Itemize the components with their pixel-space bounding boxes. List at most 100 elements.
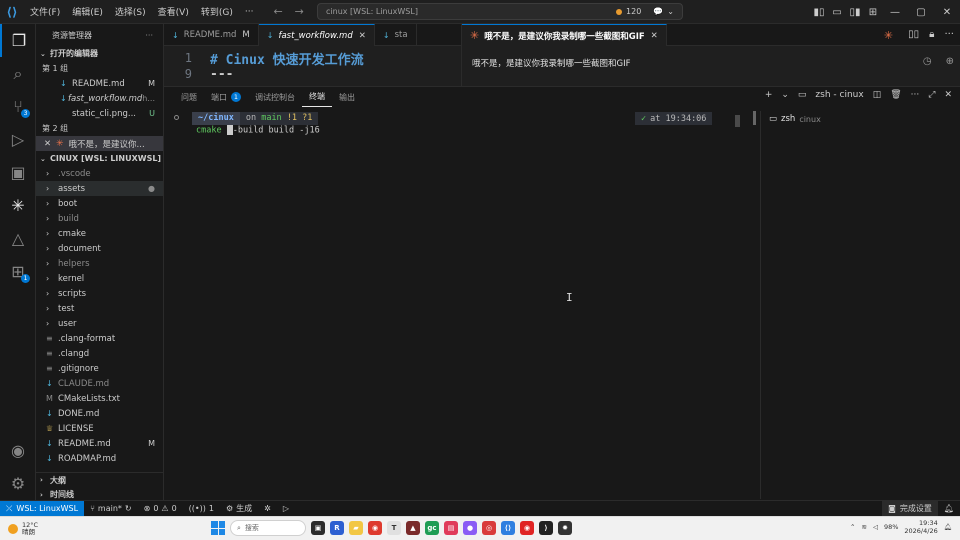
forward-arrow-icon[interactable]: → <box>289 5 310 18</box>
file-item[interactable]: ↓ DONE.md <box>36 406 163 421</box>
workspace-section[interactable]: ⌄ CINUX [WSL: LINUXWSL] <box>36 151 163 166</box>
tab-debug-console[interactable]: 调试控制台 <box>248 87 302 107</box>
tab-problems[interactable]: 问题 <box>174 87 204 107</box>
kill-terminal-icon[interactable]: 🗑︎ <box>890 90 901 100</box>
run-icon[interactable]: ▷ <box>277 504 295 513</box>
chat-icon[interactable]: 💬 <box>653 7 663 16</box>
remote-indicator[interactable]: ⤫ WSL: LinuxWSL <box>0 500 85 517</box>
weather-widget[interactable]: 12°C 晴朗 <box>0 521 110 536</box>
tab-output[interactable]: 输出 <box>332 87 362 107</box>
copilot-badge[interactable]: 120 💬 ⌄ <box>616 7 674 16</box>
tray-chevron-icon[interactable]: ⌃ <box>850 523 855 531</box>
problems-indicator[interactable]: ⊗ 0 ⚠ 0 <box>138 504 183 513</box>
split-editor-icon[interactable]: ▯▯ <box>908 29 919 42</box>
triangle-icon[interactable]: △ <box>0 222 36 255</box>
netease-icon[interactable]: ◎ <box>482 521 496 535</box>
tab-chat[interactable]: ✳ 哦不是，是建议你我录制哪一些截图和GIF ✕ <box>462 24 667 46</box>
more-icon[interactable]: ··· <box>145 31 153 40</box>
terminal-list-item[interactable]: ▭ zsh cinux <box>761 111 960 127</box>
back-arrow-icon[interactable]: ← <box>267 5 288 18</box>
notification-bell-icon[interactable]: 🔔︎ <box>944 523 952 531</box>
minimize-button[interactable]: — <box>882 7 908 18</box>
file-item[interactable]: ≡ .clangd <box>36 346 163 361</box>
battery-level[interactable]: 98% <box>884 523 898 531</box>
outline-section[interactable]: › 大纲 <box>36 472 163 487</box>
file-item[interactable]: ≡ .gitignore <box>36 361 163 376</box>
app-red2-icon[interactable]: ◉ <box>520 521 534 535</box>
app-gc-icon[interactable]: gc <box>425 521 439 535</box>
folder-item[interactable]: › assets ● <box>36 181 163 196</box>
notifications-icon[interactable]: 🔔︎ <box>938 504 960 513</box>
menu-selection[interactable]: 选择(S) <box>109 5 152 18</box>
open-editor-chat[interactable]: ✕ ✳ 哦不是，是建议你... <box>36 136 163 151</box>
group-1-label[interactable]: 第 1 组 <box>36 61 163 76</box>
new-chat-icon[interactable]: ⊕ <box>946 56 954 67</box>
debug-icon[interactable]: ✲ <box>258 504 277 513</box>
file-item[interactable]: M CMakeLists.txt <box>36 391 163 406</box>
app-dark-icon[interactable]: ✹ <box>558 521 572 535</box>
folder-item[interactable]: › .vscode <box>36 166 163 181</box>
tab-readme[interactable]: ↓ README.md M <box>164 24 259 46</box>
wifi-icon[interactable]: ≋ <box>861 523 866 531</box>
tab-ports[interactable]: 端口 1 <box>204 87 248 107</box>
volume-icon[interactable]: ◁ <box>873 523 878 531</box>
remote-explorer-icon[interactable]: ▣ <box>0 156 36 189</box>
chrome-icon[interactable]: ◉ <box>368 521 382 535</box>
file-item[interactable]: ↓ CLAUDE.md <box>36 376 163 391</box>
terminal-app-icon[interactable]: ⟩ <box>539 521 553 535</box>
close-icon[interactable]: ✕ <box>651 31 658 41</box>
menu-go[interactable]: 转到(G) <box>195 5 239 18</box>
folder-item[interactable]: › scripts <box>36 286 163 301</box>
menu-view[interactable]: 查看(V) <box>152 5 195 18</box>
task-view-icon[interactable]: ▣ <box>311 521 325 535</box>
build-button[interactable]: ⚙ 生成 <box>220 503 258 514</box>
file-explorer-icon[interactable]: ▰ <box>349 521 363 535</box>
file-item[interactable]: ≡ .clang-format <box>36 331 163 346</box>
account-icon[interactable]: ◉ <box>0 434 36 467</box>
app-pink-icon[interactable]: ▤ <box>444 521 458 535</box>
ports-indicator[interactable]: ((•)) 1 <box>183 504 220 513</box>
close-icon[interactable]: ✕ <box>359 31 366 41</box>
menu-file[interactable]: 文件(F) <box>24 5 66 18</box>
layout-secondary-icon[interactable]: ▯▮ <box>846 7 864 18</box>
complete-setup-button[interactable]: ◙ 完成设置 <box>882 500 938 517</box>
extensions-icon[interactable]: ⊞ 1 <box>0 255 36 288</box>
close-button[interactable]: ✕ <box>934 7 960 18</box>
close-icon[interactable]: ✕ <box>44 139 56 149</box>
folder-item[interactable]: › helpers <box>36 256 163 271</box>
maximize-button[interactable]: ▢ <box>908 7 934 18</box>
file-item[interactable]: ↓ README.md M <box>36 436 163 451</box>
code-line[interactable]: 1 # Cinux 快速开发工作流 <box>164 50 461 68</box>
source-control-icon[interactable]: ⑂ 3 <box>0 90 36 123</box>
folder-item[interactable]: › test <box>36 301 163 316</box>
command-center[interactable]: cinux [WSL: LinuxWSL] 120 💬 ⌄ <box>317 3 683 20</box>
open-editor-fast-workflow[interactable]: ↓ fast_workflow.md h... <box>36 91 163 106</box>
chevron-down-icon[interactable]: ⌄ <box>781 90 789 100</box>
windows-start-icon[interactable] <box>211 521 225 535</box>
claude-icon[interactable]: ✳ <box>0 189 36 222</box>
chevron-down-icon[interactable]: ⌄ <box>667 7 674 16</box>
menu-edit[interactable]: 编辑(E) <box>66 5 109 18</box>
new-terminal-icon[interactable]: + <box>765 90 773 100</box>
vscode-taskbar-icon[interactable]: ⟨⟩ <box>501 521 515 535</box>
close-panel-icon[interactable]: ✕ <box>944 90 952 100</box>
more-menu-icon[interactable]: ··· <box>239 7 260 17</box>
file-item[interactable]: ↓ ROADMAP.md <box>36 451 163 466</box>
maximize-panel-icon[interactable]: ⤢ <box>928 90 935 100</box>
terminal-name[interactable]: zsh - cinux <box>815 90 863 100</box>
search-icon[interactable]: ⌕ <box>0 57 36 90</box>
timeline-section[interactable]: › 时间线 <box>36 487 163 500</box>
split-terminal-icon[interactable]: ◫ <box>873 90 882 100</box>
explorer-icon[interactable]: ❐ <box>0 24 36 57</box>
folder-item[interactable]: › build <box>36 211 163 226</box>
typora-icon[interactable]: T <box>387 521 401 535</box>
layout-panel-icon[interactable]: ▭ <box>828 7 846 18</box>
tab-terminal[interactable]: 终端 <box>302 87 332 107</box>
history-icon[interactable]: ◷ <box>923 56 932 67</box>
folder-item[interactable]: › boot <box>36 196 163 211</box>
folder-item[interactable]: › user <box>36 316 163 331</box>
terminal-scrollbar[interactable] <box>753 111 756 125</box>
folder-item[interactable]: › document <box>36 241 163 256</box>
lock-icon[interactable]: 🔒︎ <box>929 29 934 42</box>
layout-sidebar-icon[interactable]: ▮▯ <box>810 7 828 18</box>
